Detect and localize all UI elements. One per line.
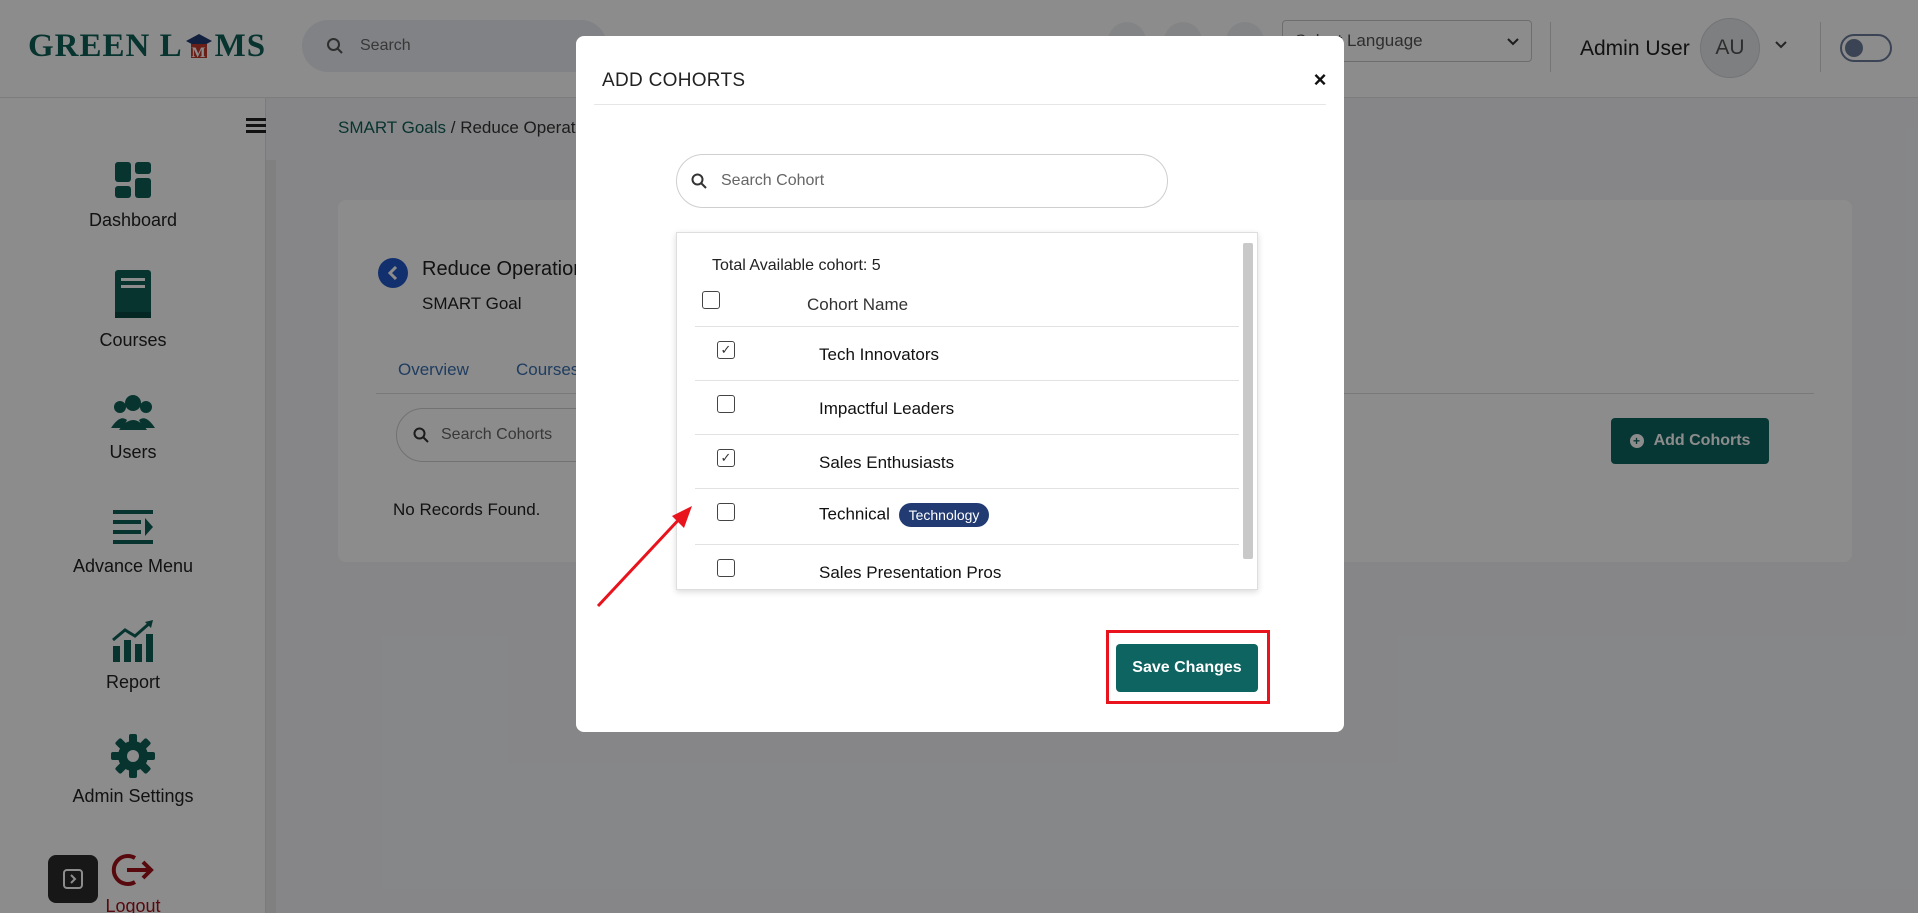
cohort-list-scrollbar[interactable]: [1243, 243, 1253, 559]
cohort-checkbox[interactable]: [717, 503, 735, 521]
check-icon: ✓: [720, 342, 732, 357]
cohort-row[interactable]: Sales Presentation Pros: [695, 545, 1239, 589]
cohort-list-header: Cohort Name: [695, 283, 1239, 327]
add-cohorts-modal: ADD COHORTS × Search Cohort Total Availa…: [576, 36, 1344, 732]
cohort-tag: Technology: [898, 503, 990, 527]
cohort-checkbox[interactable]: [717, 559, 735, 577]
cohort-name: Sales Presentation Pros: [819, 563, 1002, 582]
cohort-checkbox[interactable]: ✓: [717, 341, 735, 359]
cohort-row[interactable]: Technical Technology: [695, 489, 1239, 545]
cohort-name: Impactful Leaders: [819, 399, 955, 418]
modal-divider: [594, 104, 1326, 105]
close-icon[interactable]: ×: [1310, 69, 1330, 91]
cohort-name: Tech Innovators: [819, 345, 940, 364]
search-cohort-input[interactable]: Search Cohort: [676, 154, 1168, 208]
column-header-cohort-name: Cohort Name: [807, 295, 909, 314]
cohort-row[interactable]: Impactful Leaders: [695, 381, 1239, 435]
cohort-checkbox[interactable]: ✓: [717, 449, 735, 467]
cohort-name: Sales Enthusiasts: [819, 453, 955, 472]
cohort-row[interactable]: ✓ Sales Enthusiasts: [695, 435, 1239, 489]
save-changes-button[interactable]: Save Changes: [1116, 644, 1258, 692]
annotation-arrow-icon: [596, 506, 692, 608]
cohort-name: Technical Technology: [819, 503, 990, 527]
select-all-checkbox[interactable]: [702, 291, 720, 309]
cohort-name-text: Technical: [819, 504, 890, 524]
search-icon: [691, 173, 707, 189]
search-cohort-placeholder: Search Cohort: [721, 172, 825, 189]
cohort-list: Total Available cohort: 5 Cohort Name ✓ …: [676, 232, 1258, 590]
cohort-row[interactable]: ✓ Tech Innovators: [695, 327, 1239, 381]
modal-title: ADD COHORTS: [602, 70, 746, 91]
total-available-count: Total Available cohort: 5: [712, 257, 881, 274]
cohort-checkbox[interactable]: [717, 395, 735, 413]
check-icon: ✓: [720, 450, 732, 465]
